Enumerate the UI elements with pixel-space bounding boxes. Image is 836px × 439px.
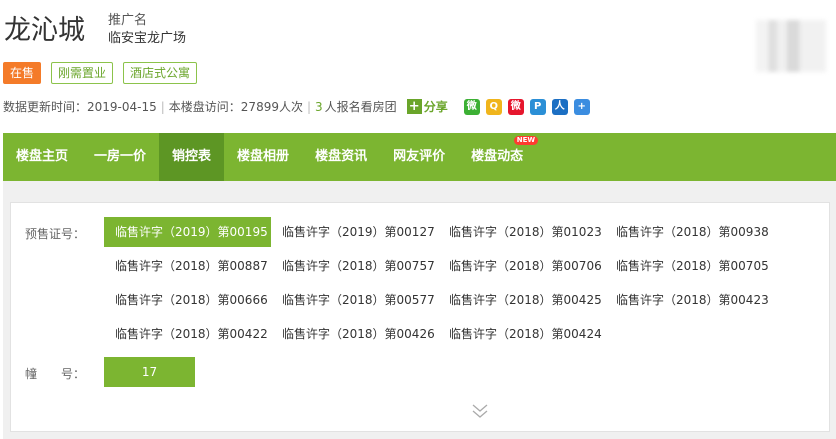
alias-block: 推广名 临安宝龙广场 bbox=[108, 12, 186, 48]
panel-body: 预售证号： 临售许字（2019）第00195 临售许字（2019）第00127 临售… bbox=[10, 202, 830, 432]
nav-item-label: 楼盘动态 bbox=[471, 149, 524, 164]
property-title: 龙沁城 bbox=[4, 15, 85, 46]
nav-item-3[interactable]: 楼盘相册 bbox=[224, 133, 302, 181]
permit-option[interactable]: 临售许字（2018）第00426 bbox=[271, 319, 438, 349]
share-label: 分享 bbox=[423, 100, 448, 114]
building-button[interactable]: 17 bbox=[104, 357, 195, 387]
visit-count: 本楼盘访问：27899人次 bbox=[168, 100, 303, 114]
signup-text[interactable]: 人报名看房团 bbox=[325, 98, 397, 115]
plus-icon: + bbox=[406, 99, 422, 114]
more-share-icon[interactable]: + bbox=[573, 98, 590, 115]
status-badge: 在售 bbox=[3, 62, 42, 84]
nav-item-label: 楼盘资讯 bbox=[315, 149, 368, 164]
feature-tag: 酒店式公寓 bbox=[123, 62, 198, 84]
expand-chevron-icon[interactable] bbox=[471, 402, 489, 420]
nav-item-0[interactable]: 楼盘主页 bbox=[3, 133, 81, 181]
info-line: 数据更新时间：2019-04-15 | 本楼盘访问：27899人次 | 3 人报… bbox=[3, 98, 590, 115]
update-time: 数据更新时间：2019-04-15 bbox=[3, 100, 157, 114]
tencent-weibo-icon[interactable]: P bbox=[529, 98, 546, 115]
nav-item-6[interactable]: 楼盘动态 NEW bbox=[458, 133, 539, 181]
permit-option[interactable]: 临售许字（2018）第00425 bbox=[438, 285, 605, 315]
alias-value: 临安宝龙广场 bbox=[108, 31, 187, 46]
nav-item-label: 楼盘相册 bbox=[237, 149, 290, 164]
wechat-icon[interactable]: 微 bbox=[463, 98, 480, 115]
nav-item-1[interactable]: 一房一价 bbox=[81, 133, 159, 181]
permit-label: 预售证号： bbox=[25, 227, 86, 241]
permit-option[interactable]: 临售许字（2018）第00423 bbox=[605, 285, 772, 315]
share-button[interactable]: + 分享 bbox=[406, 98, 448, 115]
permit-option[interactable]: 临售许字（2018）第00705 bbox=[605, 251, 772, 281]
permit-option[interactable]: 临售许字（2019）第00195 bbox=[104, 217, 271, 247]
nav-item-5[interactable]: 网友评价 bbox=[380, 133, 458, 181]
permit-option[interactable]: 临售许字（2018）第00577 bbox=[271, 285, 438, 315]
tag-list: 在售 刚需置业 酒店式公寓 bbox=[3, 62, 198, 84]
building-label: 幢 号： bbox=[25, 367, 86, 381]
permit-option[interactable]: 临售许字（2018）第00938 bbox=[605, 217, 772, 247]
nav-item-label: 一房一价 bbox=[94, 149, 147, 164]
permit-option[interactable]: 临售许字（2018）第00757 bbox=[271, 251, 438, 281]
new-badge: NEW bbox=[513, 136, 539, 145]
permit-option[interactable]: 临售许字（2018）第00887 bbox=[104, 251, 271, 281]
qzone-icon[interactable]: Q bbox=[485, 98, 502, 115]
permit-option[interactable]: 临售许字（2018）第00706 bbox=[438, 251, 605, 281]
weibo-icon[interactable]: 微 bbox=[507, 98, 524, 115]
nav-item-4[interactable]: 楼盘资讯 bbox=[302, 133, 380, 181]
signup-count[interactable]: 3 bbox=[315, 100, 323, 114]
nav-item-2[interactable]: 销控表 bbox=[159, 133, 225, 181]
nav-item-label: 楼盘主页 bbox=[16, 149, 69, 164]
permit-option[interactable]: 临售许字（2018）第01023 bbox=[438, 217, 605, 247]
nav-item-label: 销控表 bbox=[172, 149, 212, 164]
permit-option[interactable]: 临售许字（2018）第00666 bbox=[104, 285, 271, 315]
permit-option[interactable]: 临售许字（2019）第00127 bbox=[271, 217, 438, 247]
social-share-icons: 微 Q 微 P 人 + bbox=[463, 98, 590, 115]
permit-option[interactable]: 临售许字（2018）第00422 bbox=[104, 319, 271, 349]
permit-option[interactable]: 临售许字（2018）第00424 bbox=[438, 319, 605, 349]
alias-label: 推广名 bbox=[108, 13, 148, 28]
nav-item-label: 网友评价 bbox=[393, 149, 446, 164]
sales-control-panel: 预售证号： 临售许字（2019）第00195 临售许字（2019）第00127 临售… bbox=[3, 181, 836, 439]
permit-list: 临售许字（2019）第00195 临售许字（2019）第00127 临售许字（201… bbox=[104, 217, 804, 349]
renren-icon[interactable]: 人 bbox=[551, 98, 568, 115]
blurred-qr-code bbox=[756, 20, 826, 72]
feature-tag: 刚需置业 bbox=[51, 62, 114, 84]
main-nav: 楼盘主页 一房一价 销控表 楼盘相册 楼盘资讯 网友评价 楼盘动态 NEW bbox=[3, 133, 836, 181]
